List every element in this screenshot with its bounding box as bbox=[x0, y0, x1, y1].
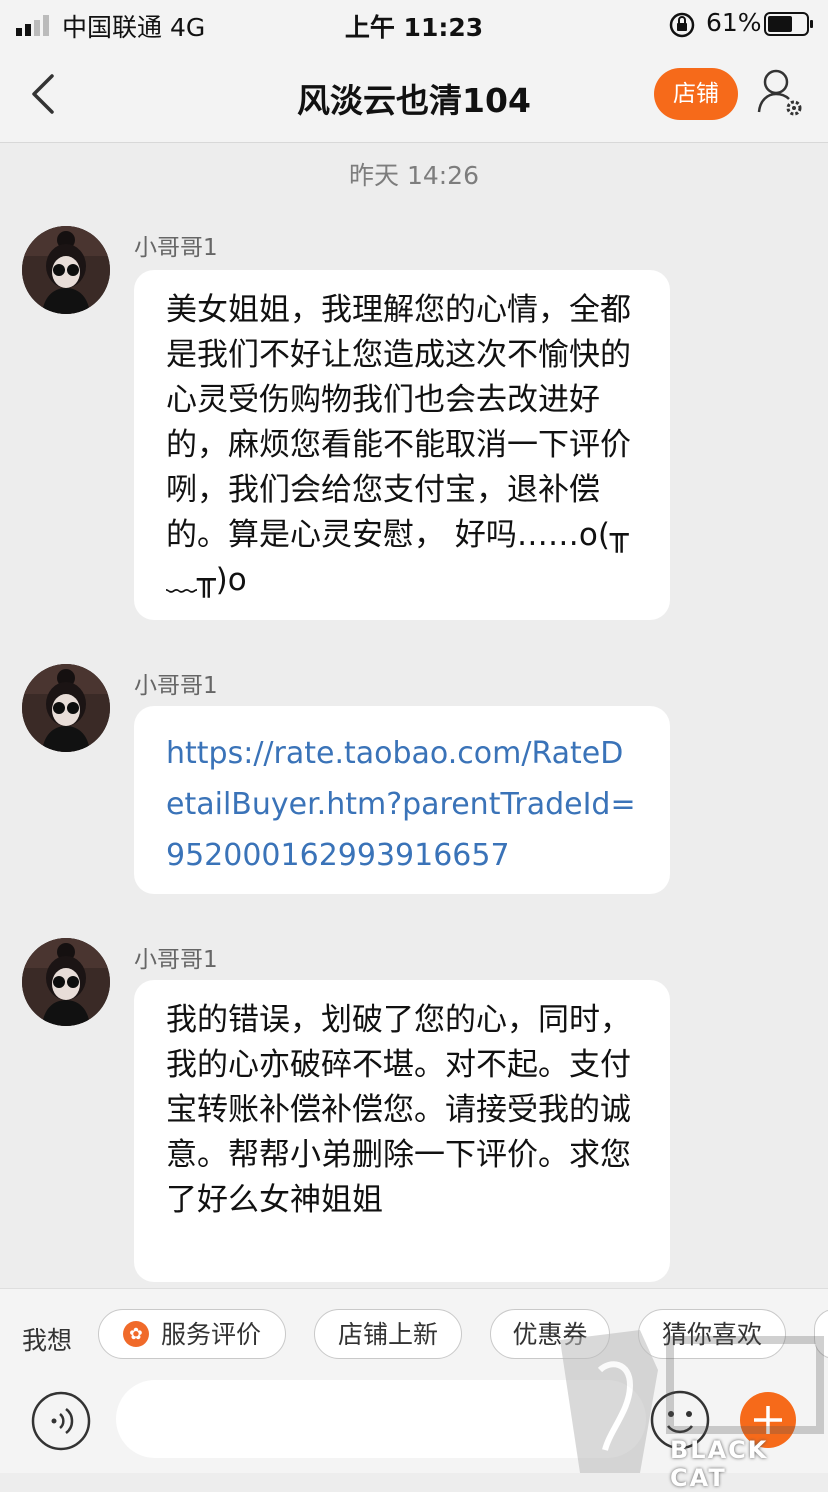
avatar[interactable] bbox=[22, 226, 110, 314]
chip-label: 优惠券 bbox=[512, 1320, 588, 1349]
avatar-portrait-icon bbox=[22, 226, 110, 314]
flower-icon bbox=[122, 1321, 149, 1347]
chat-timestamp: 昨天 14:26 bbox=[349, 161, 479, 190]
chip-more[interactable] bbox=[814, 1309, 828, 1359]
watermark-text: BLACK CAT bbox=[670, 1436, 769, 1492]
clock: 上午 11:23 bbox=[344, 13, 484, 42]
sender-name: 小哥哥1 bbox=[134, 235, 218, 261]
battery-percent: 61% bbox=[706, 8, 762, 37]
nav-bar: 风淡云也清104 店铺 bbox=[0, 48, 828, 143]
chip-label: 店铺上新 bbox=[337, 1320, 438, 1349]
avatar[interactable] bbox=[22, 938, 110, 1026]
chip-label: 猜你喜欢 bbox=[661, 1320, 762, 1349]
message-link[interactable]: https://rate.taobao.com/RateDetailBuyer.… bbox=[134, 706, 670, 894]
message-bubble[interactable]: 美女姐姐，我理解您的心情，全都是我们不好让您造成这次不愉快的心灵受伤购物我们也会… bbox=[134, 270, 670, 620]
quick-reply-bar: 我想 服务评价 店铺上新 优惠券 猜你喜欢 bbox=[0, 1288, 828, 1381]
voice-icon[interactable] bbox=[30, 1390, 92, 1452]
user-settings-icon[interactable] bbox=[756, 66, 806, 120]
chip-coupons[interactable]: 优惠券 bbox=[490, 1309, 610, 1359]
sender-name: 小哥哥1 bbox=[134, 947, 218, 973]
rotation-lock-icon bbox=[669, 12, 695, 38]
avatar[interactable] bbox=[22, 664, 110, 752]
chip-recommend[interactable]: 猜你喜欢 bbox=[638, 1309, 786, 1359]
chip-new-arrivals[interactable]: 店铺上新 bbox=[314, 1309, 462, 1359]
sender-name: 小哥哥1 bbox=[134, 673, 218, 699]
shop-button[interactable]: 店铺 bbox=[654, 68, 738, 120]
avatar-portrait-icon bbox=[22, 664, 110, 752]
battery-icon bbox=[764, 12, 813, 36]
chip-label: 服务评价 bbox=[160, 1320, 261, 1349]
status-bar: 中国联通 4G 上午 11:23 61% bbox=[0, 0, 828, 48]
quick-reply-label: 我想 bbox=[22, 1326, 73, 1355]
chip-service-review[interactable]: 服务评价 bbox=[98, 1309, 286, 1359]
avatar-portrait-icon bbox=[22, 938, 110, 1026]
message-input[interactable] bbox=[116, 1380, 646, 1458]
message-bubble[interactable]: 我的错误，划破了您的心，同时，我的心亦破碎不堪。对不起。支付宝转账补偿补偿您。请… bbox=[134, 980, 670, 1282]
